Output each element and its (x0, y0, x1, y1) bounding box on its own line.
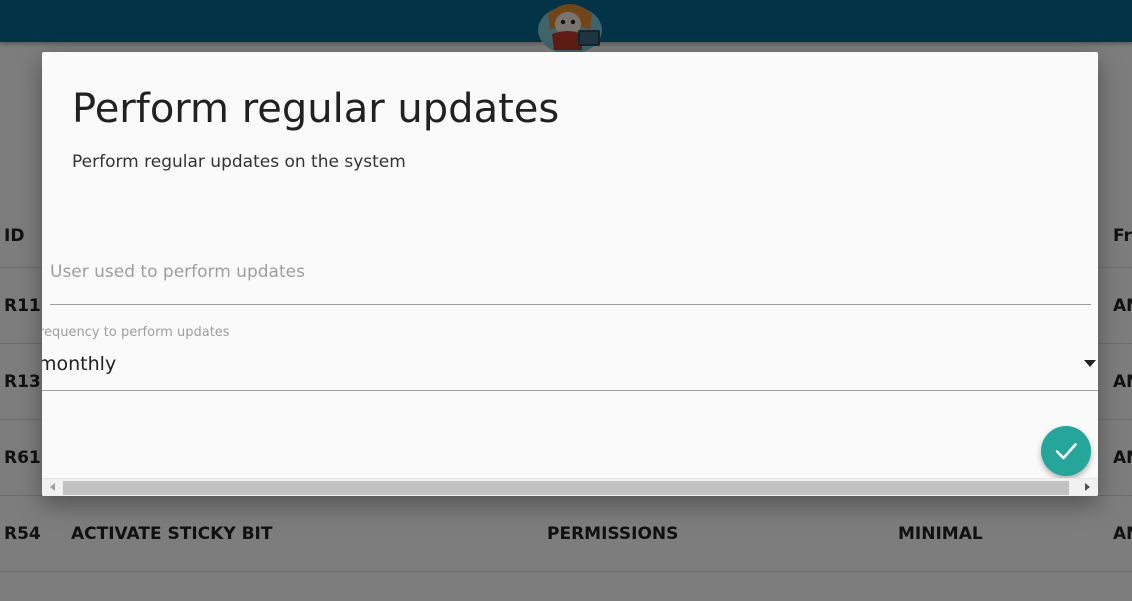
scrollbar-thumb[interactable] (63, 481, 1069, 495)
confirm-button[interactable] (1041, 426, 1091, 476)
scroll-right-arrow-icon[interactable] (1085, 483, 1090, 491)
user-field (50, 252, 1091, 305)
frequency-select[interactable]: requency to perform updates monthly (42, 322, 1098, 391)
update-dialog: Perform regular updates Perform regular … (42, 52, 1098, 496)
dialog-title: Perform regular updates (72, 86, 560, 132)
update-user-input[interactable] (50, 262, 1091, 282)
check-icon (1055, 443, 1077, 460)
horizontal-scrollbar[interactable] (42, 478, 1098, 496)
frequency-value: monthly (42, 353, 117, 375)
caret-down-icon[interactable] (1084, 360, 1096, 367)
scroll-left-arrow-icon[interactable] (50, 483, 55, 491)
frequency-label: requency to perform updates (42, 325, 230, 340)
dialog-subtitle: Perform regular updates on the system (72, 152, 406, 172)
